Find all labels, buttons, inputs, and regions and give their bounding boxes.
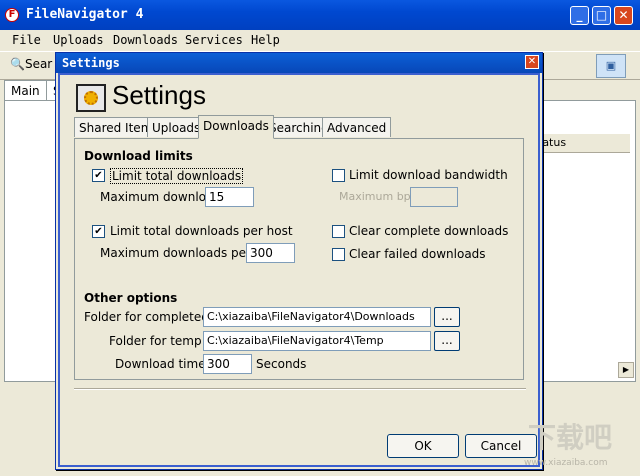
search-label: Sear xyxy=(24,57,53,71)
max-downloads-input[interactable]: 15 xyxy=(205,187,254,207)
ok-button[interactable]: OK xyxy=(387,434,459,458)
clear-failed-checkbox[interactable] xyxy=(332,248,345,261)
menu-bar: File Uploads Downloads Services Help xyxy=(0,30,640,50)
limit-total-label: Limit total downloads xyxy=(110,168,244,184)
max-bps-input[interactable] xyxy=(410,187,458,207)
search-icon: 🔍 xyxy=(10,57,25,71)
search-toolbar-button[interactable]: 🔍Sear xyxy=(10,57,52,71)
status-column-header[interactable]: tatus xyxy=(538,134,630,153)
timeout-input[interactable]: 300 xyxy=(203,354,252,374)
tab-main[interactable]: Main xyxy=(4,80,47,101)
scroll-right-arrow-icon[interactable]: ▶ xyxy=(618,362,634,378)
tab-downloads[interactable]: Downloads xyxy=(198,115,274,139)
settings-header-title: Settings xyxy=(112,80,206,110)
limit-per-host-checkbox[interactable]: ✔ xyxy=(92,225,105,238)
network-status-icon[interactable]: ▣ xyxy=(596,54,626,78)
max-bps-label: Maximum bps: xyxy=(339,190,421,203)
limit-bandwidth-checkbox[interactable] xyxy=(332,169,345,182)
menu-services[interactable]: Services xyxy=(185,33,243,47)
app-title: FileNavigator 4 xyxy=(26,7,144,22)
menu-uploads[interactable]: Uploads xyxy=(53,33,104,47)
browse-completed-button[interactable]: ... xyxy=(434,307,460,327)
cancel-button[interactable]: Cancel xyxy=(465,434,537,458)
download-limits-heading: Download limits xyxy=(84,149,193,163)
settings-gear-icon xyxy=(76,84,106,112)
app-logo-icon: F xyxy=(5,8,19,22)
timeout-unit: Seconds xyxy=(256,357,307,371)
minimize-button[interactable]: _ xyxy=(570,6,589,25)
limit-bandwidth-label: Limit download bandwidth xyxy=(349,168,508,182)
limit-total-checkbox[interactable]: ✔ xyxy=(92,169,105,182)
menu-downloads[interactable]: Downloads xyxy=(113,33,178,47)
menu-help[interactable]: Help xyxy=(251,33,280,47)
dialog-title-bar: Settings xyxy=(56,53,542,73)
max-per-host-input[interactable]: 300 xyxy=(246,243,295,263)
maximize-button[interactable]: □ xyxy=(592,6,611,25)
main-title-bar: F FileNavigator 4 _ □ ✕ xyxy=(0,0,640,30)
browse-temp-button[interactable]: ... xyxy=(434,331,460,351)
dialog-title: Settings xyxy=(62,56,120,70)
menu-file[interactable]: File xyxy=(12,33,41,47)
completed-folder-input[interactable]: C:\xiazaiba\FileNavigator4\Downloads xyxy=(203,307,431,327)
close-button[interactable]: ✕ xyxy=(614,6,633,25)
tab-advanced[interactable]: Advanced xyxy=(322,117,392,137)
dialog-close-button[interactable]: ✕ xyxy=(525,55,539,69)
tab-uploads[interactable]: Uploads xyxy=(147,117,206,137)
watermark-url: www.xiazaiba.com xyxy=(524,458,608,468)
clear-complete-checkbox[interactable] xyxy=(332,225,345,238)
limit-per-host-label: Limit total downloads per host xyxy=(110,224,293,238)
other-options-heading: Other options xyxy=(84,291,178,305)
temp-folder-input[interactable]: C:\xiazaiba\FileNavigator4\Temp xyxy=(203,331,431,351)
clear-failed-label: Clear failed downloads xyxy=(349,247,486,261)
watermark-logo: 下载吧 xyxy=(528,421,613,454)
dialog-separator xyxy=(74,388,526,390)
clear-complete-label: Clear complete downloads xyxy=(349,224,509,238)
